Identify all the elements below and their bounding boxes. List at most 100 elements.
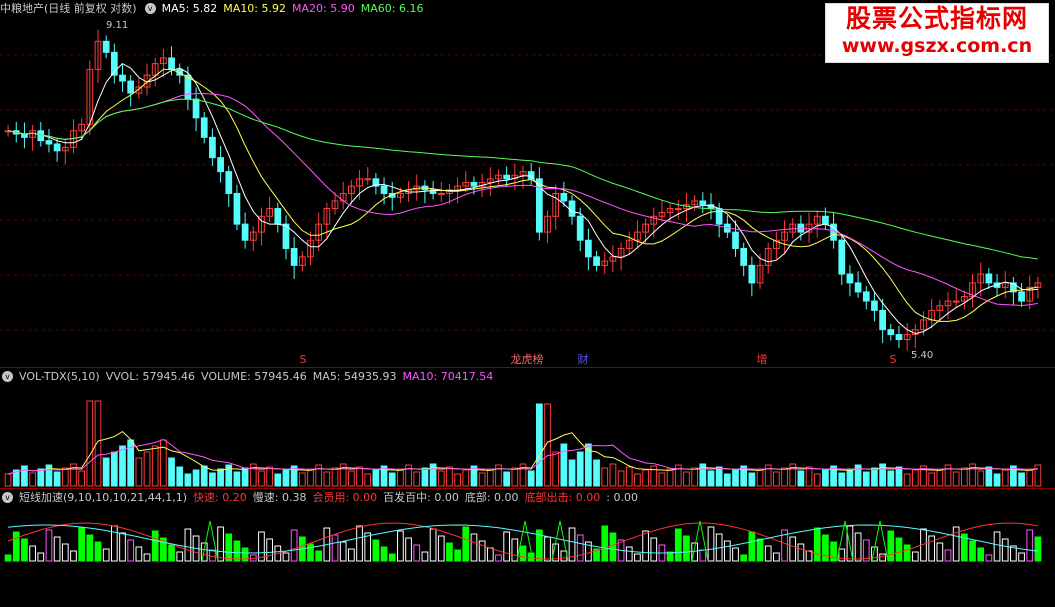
indicator-bar-101 <box>830 541 837 562</box>
indicator-bar-3 <box>29 545 36 562</box>
volume-bar-42 <box>348 470 355 487</box>
indicator-bar-115 <box>944 549 952 562</box>
volume-bar-12 <box>102 457 110 487</box>
volume-bar-122 <box>1001 469 1009 487</box>
volume-bar-10 <box>86 400 94 487</box>
signal-spike-2 <box>551 520 569 562</box>
indicator-bar-70 <box>576 534 584 562</box>
event-marker-1: 龙虎榜 <box>511 352 544 366</box>
volume-bar-75 <box>617 470 625 487</box>
ma-label-1: MA10: 5.92 <box>223 1 287 15</box>
indicator-bar-66 <box>544 536 551 562</box>
volume-bar-116 <box>952 471 960 487</box>
candle-body-100 <box>822 215 829 225</box>
indicator-bar-44 <box>364 532 372 562</box>
volume-bar-106 <box>871 467 878 487</box>
volume-bar-86 <box>707 470 715 487</box>
indicator-bar-0 <box>4 554 12 562</box>
volume-header: v VOL-TDX(5,10) VVOL: 57945.46 VOLUME: 57… <box>0 368 505 384</box>
watermark-line1: 股票公式指标网 <box>845 4 1028 33</box>
indicator-bar-14 <box>119 532 126 562</box>
event-marker-3: 增 <box>757 352 768 366</box>
volume-bar-117 <box>960 467 968 487</box>
ind-label-3: 百发百中: 0.00 <box>383 491 459 504</box>
indicator-bar-20 <box>168 544 175 562</box>
candle-body-12 <box>102 40 110 53</box>
indicator-title: 短线加速(9,10,10,10,21,44,1,1) <box>19 491 188 504</box>
candle-body-23 <box>192 98 200 119</box>
candle-body-109 <box>895 334 903 341</box>
candle-body-85 <box>699 200 707 206</box>
vol-label-3: MA10: 70417.54 <box>402 369 494 383</box>
indicator-bar-113 <box>928 535 936 562</box>
ma5-line <box>8 62 1038 335</box>
volume-bar-95 <box>781 467 788 487</box>
volume-bar-73 <box>601 467 609 487</box>
indicator-bar-124 <box>1018 552 1025 562</box>
indicator-bar-91 <box>748 531 756 562</box>
volume-bar-39 <box>323 471 331 487</box>
candle-body-6 <box>53 143 61 152</box>
indicator-bar-1 <box>12 531 20 562</box>
volume-bar-21 <box>176 466 184 487</box>
candle-body-28 <box>233 192 241 225</box>
volume-bar-110 <box>903 473 911 487</box>
candle-body-71 <box>585 239 592 258</box>
indicator-bar-51 <box>421 551 429 562</box>
ind-label-4: 底部: 0.00 <box>464 491 519 504</box>
volume-bar-50 <box>413 471 421 487</box>
candle-body-89 <box>732 231 739 249</box>
toggle-icon[interactable]: v <box>2 370 13 382</box>
indicator-bar-40 <box>331 534 339 562</box>
indicator-bar-4 <box>37 552 45 562</box>
indicator-panel[interactable]: v 短线加速(9,10,10,10,21,44,1,1) 快速: 0.20 慢速:… <box>0 489 1055 563</box>
indicator-bar-26 <box>217 526 224 562</box>
volume-bar-6 <box>53 471 61 487</box>
indicator-bar-88 <box>723 540 731 562</box>
volume-bar-43 <box>356 466 363 487</box>
indicator-bar-47 <box>388 553 396 562</box>
volume-bar-74 <box>609 463 617 487</box>
indicator-bar-63 <box>519 545 527 562</box>
volume-labels: VVOL: 57945.46 VOLUME: 57945.46 MA5: 54935… <box>106 370 500 383</box>
volume-bar-124 <box>1018 472 1025 487</box>
vol-ma5-line <box>7 430 1039 475</box>
volume-bar-105 <box>862 471 870 487</box>
indicator-bar-100 <box>822 534 829 562</box>
volume-chart[interactable] <box>0 368 1055 488</box>
candle-body-82 <box>674 208 682 211</box>
volume-bar-92 <box>756 468 764 487</box>
indicator-bar-5 <box>45 529 53 562</box>
toggle-icon[interactable]: v <box>2 491 13 503</box>
indicator-header: v 短线加速(9,10,10,10,21,44,1,1) 快速: 0.20 慢速:… <box>0 489 650 505</box>
volume-bar-31 <box>258 470 265 487</box>
candle-body-15 <box>127 80 135 94</box>
candle-body-106 <box>871 300 878 311</box>
volume-bar-23 <box>192 469 200 487</box>
volume-panel[interactable]: v VOL-TDX(5,10) VVOL: 57945.46 VOLUME: 57… <box>0 368 1055 488</box>
candle-body-105 <box>862 291 870 302</box>
candle-body-53 <box>437 192 445 195</box>
indicator-bar-8 <box>70 550 77 562</box>
volume-bar-18 <box>151 445 159 487</box>
vol-label-0: VVOL: 57945.46 <box>105 369 196 383</box>
indicator-bar-15 <box>127 539 135 562</box>
volume-bar-67 <box>552 451 560 487</box>
price-panel[interactable]: 9.11 5.40 S 龙虎榜 财 增 S 中粮地产(日线 前复权 对数) v MA5: 5… <box>0 0 1055 367</box>
candle-body-68 <box>560 192 568 202</box>
toggle-icon[interactable]: v <box>144 2 156 14</box>
candle-body-35 <box>290 247 298 266</box>
indicator-bar-120 <box>985 554 993 562</box>
indicator-bar-92 <box>756 538 764 562</box>
volume-bar-20 <box>168 457 175 487</box>
volume-bar-14 <box>119 445 126 487</box>
candle-body-70 <box>576 215 584 241</box>
ind-label-6: : 0.00 <box>606 491 638 504</box>
volume-bar-47 <box>388 472 396 487</box>
indicator-bar-94 <box>773 552 780 562</box>
volume-bar-64 <box>527 470 535 487</box>
volume-bar-108 <box>887 470 895 487</box>
indicator-bar-41 <box>339 541 347 562</box>
indicator-bar-99 <box>813 527 821 562</box>
indicator-bar-42 <box>348 548 355 562</box>
